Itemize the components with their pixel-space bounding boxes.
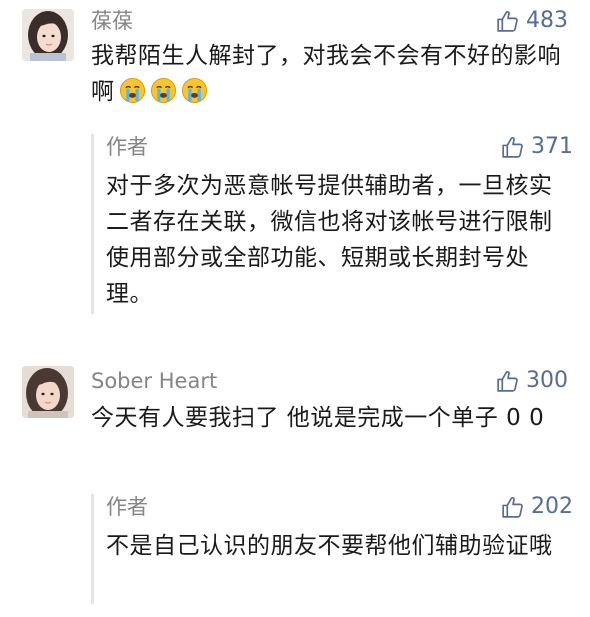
thumbs-up-icon	[497, 370, 518, 392]
comment-text: 我帮陌生人解封了，对我会不会有不好的影响啊	[91, 38, 571, 110]
thumbs-up-icon	[497, 10, 518, 32]
thumbs-up-icon	[502, 496, 523, 518]
comment-text: 今天有人要我扫了 他说是完成一个单子 0 0	[91, 405, 545, 431]
like-count: 300	[526, 368, 568, 393]
comment-item: 葆葆 483 我帮陌生人解封了，对我会不会有不好的影响啊 作者 371 对于多次…	[0, 0, 590, 320]
reply-author: 作者	[106, 495, 148, 519]
comment-feed: 葆葆 483 我帮陌生人解封了，对我会不会有不好的影响啊 作者 371 对于多次…	[0, 0, 590, 617]
crying-face-icon	[119, 77, 145, 104]
crying-face-icon	[181, 77, 207, 104]
like-button[interactable]: 371	[500, 134, 573, 160]
comment-author[interactable]: 葆葆	[91, 8, 133, 34]
author-reply: 作者 202 不是自己认识的朋友不要帮他们辅助验证哦	[91, 494, 573, 604]
reply-text: 对于多次为恶意帐号提供辅助者，一旦核实二者存在关联，微信也将对该帐号进行限制使用…	[106, 173, 553, 307]
avatar-photo	[22, 9, 74, 61]
author-reply: 作者 371 对于多次为恶意帐号提供辅助者，一旦核实二者存在关联，微信也将对该帐…	[91, 134, 573, 314]
avatar[interactable]	[22, 9, 74, 61]
like-count: 371	[531, 134, 573, 159]
comment-item: Sober Heart 300 今天有人要我扫了 他说是完成一个单子 0 0 作…	[0, 358, 590, 617]
like-button[interactable]: 202	[500, 494, 573, 520]
avatar[interactable]	[22, 366, 74, 418]
avatar-photo	[22, 366, 74, 418]
thumbs-up-icon	[502, 136, 523, 158]
reply-author: 作者	[106, 135, 148, 159]
like-count: 483	[526, 8, 568, 33]
like-button[interactable]: 483	[495, 8, 568, 34]
like-count: 202	[531, 494, 573, 519]
crying-face-icon	[150, 77, 176, 104]
comment-author[interactable]: Sober Heart	[91, 368, 217, 394]
emoji-group	[119, 77, 208, 104]
reply-text: 不是自己认识的朋友不要帮他们辅助验证哦	[106, 533, 553, 559]
like-button[interactable]: 300	[495, 368, 568, 394]
